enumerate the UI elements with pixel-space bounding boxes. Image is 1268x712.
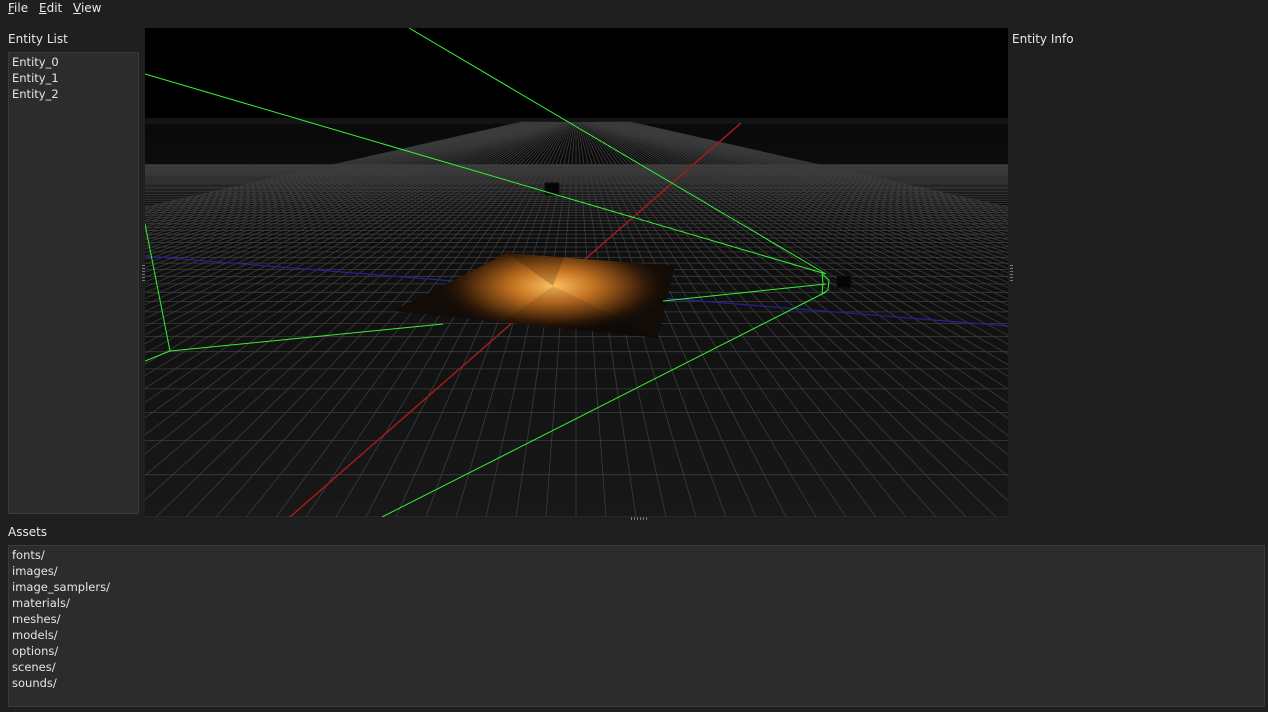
right-splitter-handle[interactable]	[1010, 265, 1013, 283]
asset-folder-item[interactable]: materials/	[12, 596, 70, 610]
entity-list-item[interactable]: Entity_0	[12, 55, 59, 69]
asset-folder-item[interactable]: image_samplers/	[12, 580, 110, 594]
menu-edit[interactable]: Edit	[37, 1, 64, 15]
entity-info-title: Entity Info	[1012, 32, 1074, 46]
asset-folder-item[interactable]: fonts/	[12, 548, 45, 562]
entity-list-item[interactable]: Entity_2	[12, 87, 59, 101]
viewport-canvas	[145, 28, 1008, 517]
horizon-haze	[145, 118, 1008, 124]
menu-bar: File Edit View	[0, 0, 1268, 18]
entity-list-title: Entity List	[8, 32, 68, 46]
menu-file[interactable]: File	[6, 1, 30, 15]
entity-list[interactable]: Entity_0 Entity_1 Entity_2	[8, 52, 139, 514]
asset-folder-item[interactable]: images/	[12, 564, 58, 578]
scene-viewport[interactable]	[145, 28, 1008, 517]
menu-view[interactable]: View	[71, 1, 103, 15]
entity-cube[interactable]	[836, 275, 852, 289]
assets-list[interactable]: fonts/ images/ image_samplers/ materials…	[8, 545, 1265, 707]
asset-folder-item[interactable]: meshes/	[12, 612, 61, 626]
asset-folder-item[interactable]: models/	[12, 628, 58, 642]
asset-folder-item[interactable]: options/	[12, 644, 58, 658]
bottom-splitter-handle[interactable]	[631, 517, 647, 520]
sky	[145, 28, 1008, 123]
asset-folder-item[interactable]: sounds/	[12, 676, 57, 690]
asset-folder-item[interactable]: scenes/	[12, 660, 56, 674]
assets-title: Assets	[8, 525, 48, 539]
entity-list-item[interactable]: Entity_1	[12, 71, 59, 85]
